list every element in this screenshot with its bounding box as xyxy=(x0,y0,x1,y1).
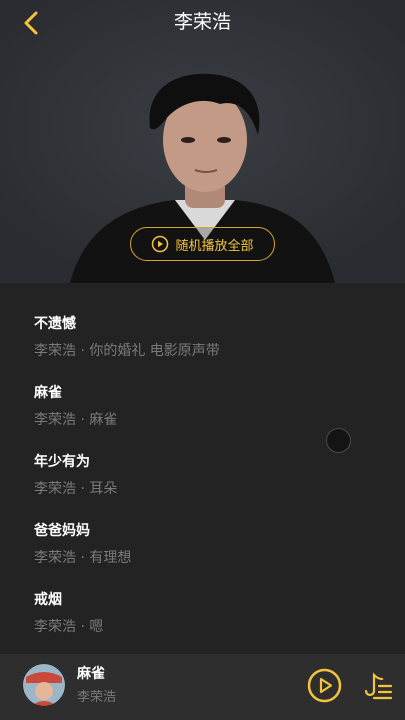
play-circle-icon xyxy=(152,235,169,253)
song-item[interactable]: 年少有为 李荣浩 · 耳朵 xyxy=(34,452,374,510)
mini-player: 麻雀 李荣浩 xyxy=(0,654,405,720)
album-cover[interactable] xyxy=(22,663,66,707)
playlist-icon xyxy=(364,672,393,700)
play-button[interactable] xyxy=(307,668,342,703)
floating-assistive-button[interactable] xyxy=(326,428,351,453)
song-item[interactable]: 不遗憾 李荣浩 · 你的婚礼 电影原声带 xyxy=(34,314,374,372)
song-subtitle: 李荣浩 · 你的婚礼 电影原声带 xyxy=(34,343,220,359)
page-title: 李荣浩 xyxy=(173,11,231,33)
song-title: 不遗憾 xyxy=(34,316,76,332)
song-title: 麻雀 xyxy=(34,385,62,401)
shuffle-play-all-button[interactable]: 随机播放全部 xyxy=(130,227,275,261)
now-playing-artist: 李荣浩 xyxy=(77,690,117,705)
album-cover-art xyxy=(22,663,66,707)
song-list: 不遗憾 李荣浩 · 你的婚礼 电影原声带 麻雀 李荣浩 · 麻雀 年少有为 李荣… xyxy=(0,283,405,654)
song-subtitle: 李荣浩 · 麻雀 xyxy=(34,412,118,428)
song-title: 戒烟 xyxy=(34,592,62,608)
playlist-button[interactable] xyxy=(360,668,394,702)
song-subtitle: 李荣浩 · 耳朵 xyxy=(34,481,118,497)
song-item[interactable]: 麻雀 李荣浩 · 麻雀 xyxy=(34,383,374,441)
song-item[interactable]: 爸爸妈妈 李荣浩 · 有理想 xyxy=(34,521,374,579)
song-title: 爸爸妈妈 xyxy=(34,523,90,539)
song-subtitle: 李荣浩 · 有理想 xyxy=(34,550,132,566)
now-playing-title: 麻雀 xyxy=(77,666,105,682)
song-title: 年少有为 xyxy=(34,454,90,470)
song-item[interactable]: 戒烟 李荣浩 · 嗯 xyxy=(34,590,374,648)
song-subtitle: 李荣浩 · 嗯 xyxy=(34,619,104,635)
top-bar: 李荣浩 xyxy=(0,0,405,44)
play-all-label: 随机播放全部 xyxy=(175,238,254,254)
play-circle-icon xyxy=(307,668,342,703)
